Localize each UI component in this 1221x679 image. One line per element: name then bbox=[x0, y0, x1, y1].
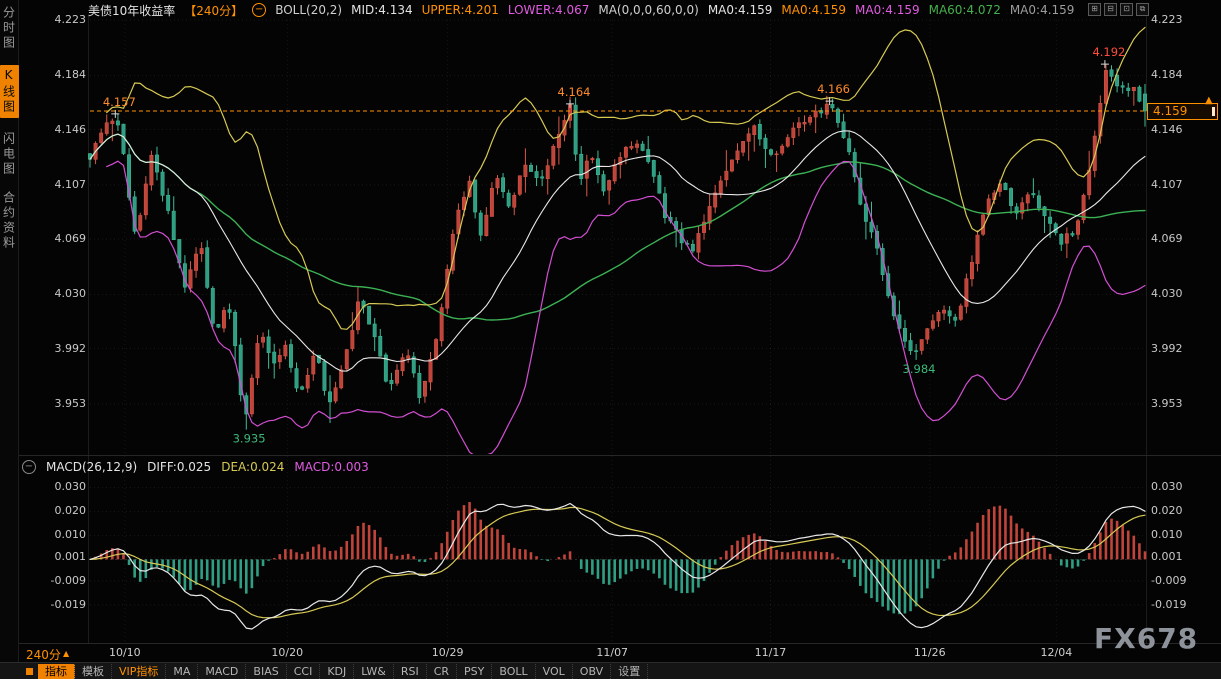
ma-value-2: MA0:4.159 bbox=[855, 3, 920, 17]
svg-text:3.984: 3.984 bbox=[903, 362, 936, 376]
timeframe-arrow-icon[interactable]: ▲ bbox=[63, 649, 69, 658]
toolbar-item-9[interactable]: RSI bbox=[394, 664, 427, 679]
indicator-square-icon bbox=[26, 668, 33, 675]
ma-values: MA0:4.159 MA0:4.159 MA0:4.159 MA60:4.072 MA0… bbox=[708, 3, 1075, 17]
window-icons: ⊞⊟⊡⧉ bbox=[1088, 3, 1149, 16]
sidebar-item-3[interactable]: 合约资料 bbox=[1, 191, 18, 251]
price-badge-cursor-icon bbox=[1212, 107, 1215, 116]
toolbar-item-4[interactable]: MACD bbox=[198, 664, 246, 679]
svg-text:4.157: 4.157 bbox=[103, 95, 136, 109]
ma-value-1: MA0:4.159 bbox=[781, 3, 846, 17]
boll-label: BOLL(20,2) bbox=[275, 3, 342, 17]
price-up-arrow-icon: ▲ bbox=[1205, 95, 1213, 106]
ma-value-0: MA0:4.159 bbox=[708, 3, 773, 17]
watermark: FX678 bbox=[1094, 622, 1198, 655]
ma-value-3: MA60:4.072 bbox=[929, 3, 1001, 17]
toolbar-item-3[interactable]: MA bbox=[166, 664, 198, 679]
current-price-value: 4.159 bbox=[1153, 104, 1187, 118]
trading-app-window: 分时图 K线图闪电图合约资料 美债10年收益率 【240分】 − BOLL(20,… bbox=[0, 0, 1221, 679]
svg-text:4.166: 4.166 bbox=[817, 82, 850, 96]
toolbar-item-7[interactable]: KDJ bbox=[320, 664, 354, 679]
zoom-out-icon[interactable]: ⊟ bbox=[1104, 3, 1117, 16]
collapse-period-icon[interactable]: − bbox=[252, 3, 266, 17]
toolbar-item-5[interactable]: BIAS bbox=[246, 664, 286, 679]
toolbar-item-14[interactable]: OBV bbox=[573, 664, 611, 679]
boll-mid-value: MID:4.134 bbox=[351, 3, 413, 17]
date-label: 10/29 bbox=[426, 646, 470, 659]
macd-diff-value: DIFF:0.025 bbox=[147, 460, 211, 474]
zoom-in-icon[interactable]: ⊞ bbox=[1088, 3, 1101, 16]
date-label: 10/20 bbox=[265, 646, 309, 659]
sidebar-item-2[interactable]: 闪电图 bbox=[1, 132, 18, 177]
toolbar-item-12[interactable]: BOLL bbox=[492, 664, 535, 679]
toolbar-item-13[interactable]: VOL bbox=[536, 664, 573, 679]
chart-header: 美债10年收益率 【240分】 − BOLL(20,2) MID:4.134 U… bbox=[20, 0, 1131, 20]
period-label[interactable]: 【240分】 bbox=[184, 2, 243, 19]
svg-text:4.164: 4.164 bbox=[558, 85, 591, 99]
toolbar-item-0[interactable]: 指标 bbox=[38, 664, 75, 679]
date-label: 12/04 bbox=[1034, 646, 1078, 659]
macd-dea-value: DEA:0.024 bbox=[221, 460, 284, 474]
macd-panel-toggle-icon[interactable]: − bbox=[22, 460, 36, 474]
date-label: 10/10 bbox=[103, 646, 147, 659]
toolbar-item-8[interactable]: LW& bbox=[354, 664, 394, 679]
boll-upper-value: UPPER:4.201 bbox=[422, 3, 499, 17]
screen-expand-icon[interactable]: ⧉ bbox=[1136, 3, 1149, 16]
sidebar-item-1[interactable]: K线图 bbox=[0, 65, 19, 118]
sidebar-item-0[interactable]: 分时图 bbox=[1, 6, 18, 51]
date-label: 11/26 bbox=[908, 646, 952, 659]
ma-label: MA(0,0,0,60,0,0) bbox=[598, 3, 698, 17]
timeframe-label[interactable]: 240分 bbox=[26, 646, 61, 663]
screen-split-icon[interactable]: ⊡ bbox=[1120, 3, 1133, 16]
toolbar-item-2[interactable]: VIP指标 bbox=[112, 664, 166, 679]
date-label: 11/17 bbox=[748, 646, 792, 659]
toolbar-item-1[interactable]: 模板 bbox=[75, 664, 112, 679]
ma-value-4: MA0:4.159 bbox=[1010, 3, 1075, 17]
instrument-title: 美债10年收益率 bbox=[88, 2, 175, 19]
macd-macd-value: MACD:0.003 bbox=[294, 460, 368, 474]
svg-text:4.192: 4.192 bbox=[1092, 45, 1125, 59]
date-label: 11/07 bbox=[590, 646, 634, 659]
toolbar-item-11[interactable]: PSY bbox=[457, 664, 492, 679]
bottom-toolbar: 指标模板VIP指标MAMACDBIASCCIKDJLW&RSICRPSYBOLL… bbox=[0, 662, 1221, 679]
chart-canvas[interactable]: 4.157 4.164 4.166 4.192 3.935 3.984 bbox=[0, 0, 1221, 679]
macd-title: MACD(26,12,9) bbox=[46, 460, 137, 474]
toolbar-item-15[interactable]: 设置 bbox=[611, 664, 648, 679]
macd-header-row: − MACD(26,12,9) DIFF:0.025 DEA:0.024 MAC… bbox=[22, 460, 369, 474]
boll-lower-value: LOWER:4.067 bbox=[508, 3, 590, 17]
toolbar-item-6[interactable]: CCI bbox=[287, 664, 321, 679]
sidebar: 分时图 K线图闪电图合约资料 bbox=[0, 0, 19, 679]
svg-text:3.935: 3.935 bbox=[233, 432, 266, 446]
toolbar-item-10[interactable]: CR bbox=[427, 664, 457, 679]
